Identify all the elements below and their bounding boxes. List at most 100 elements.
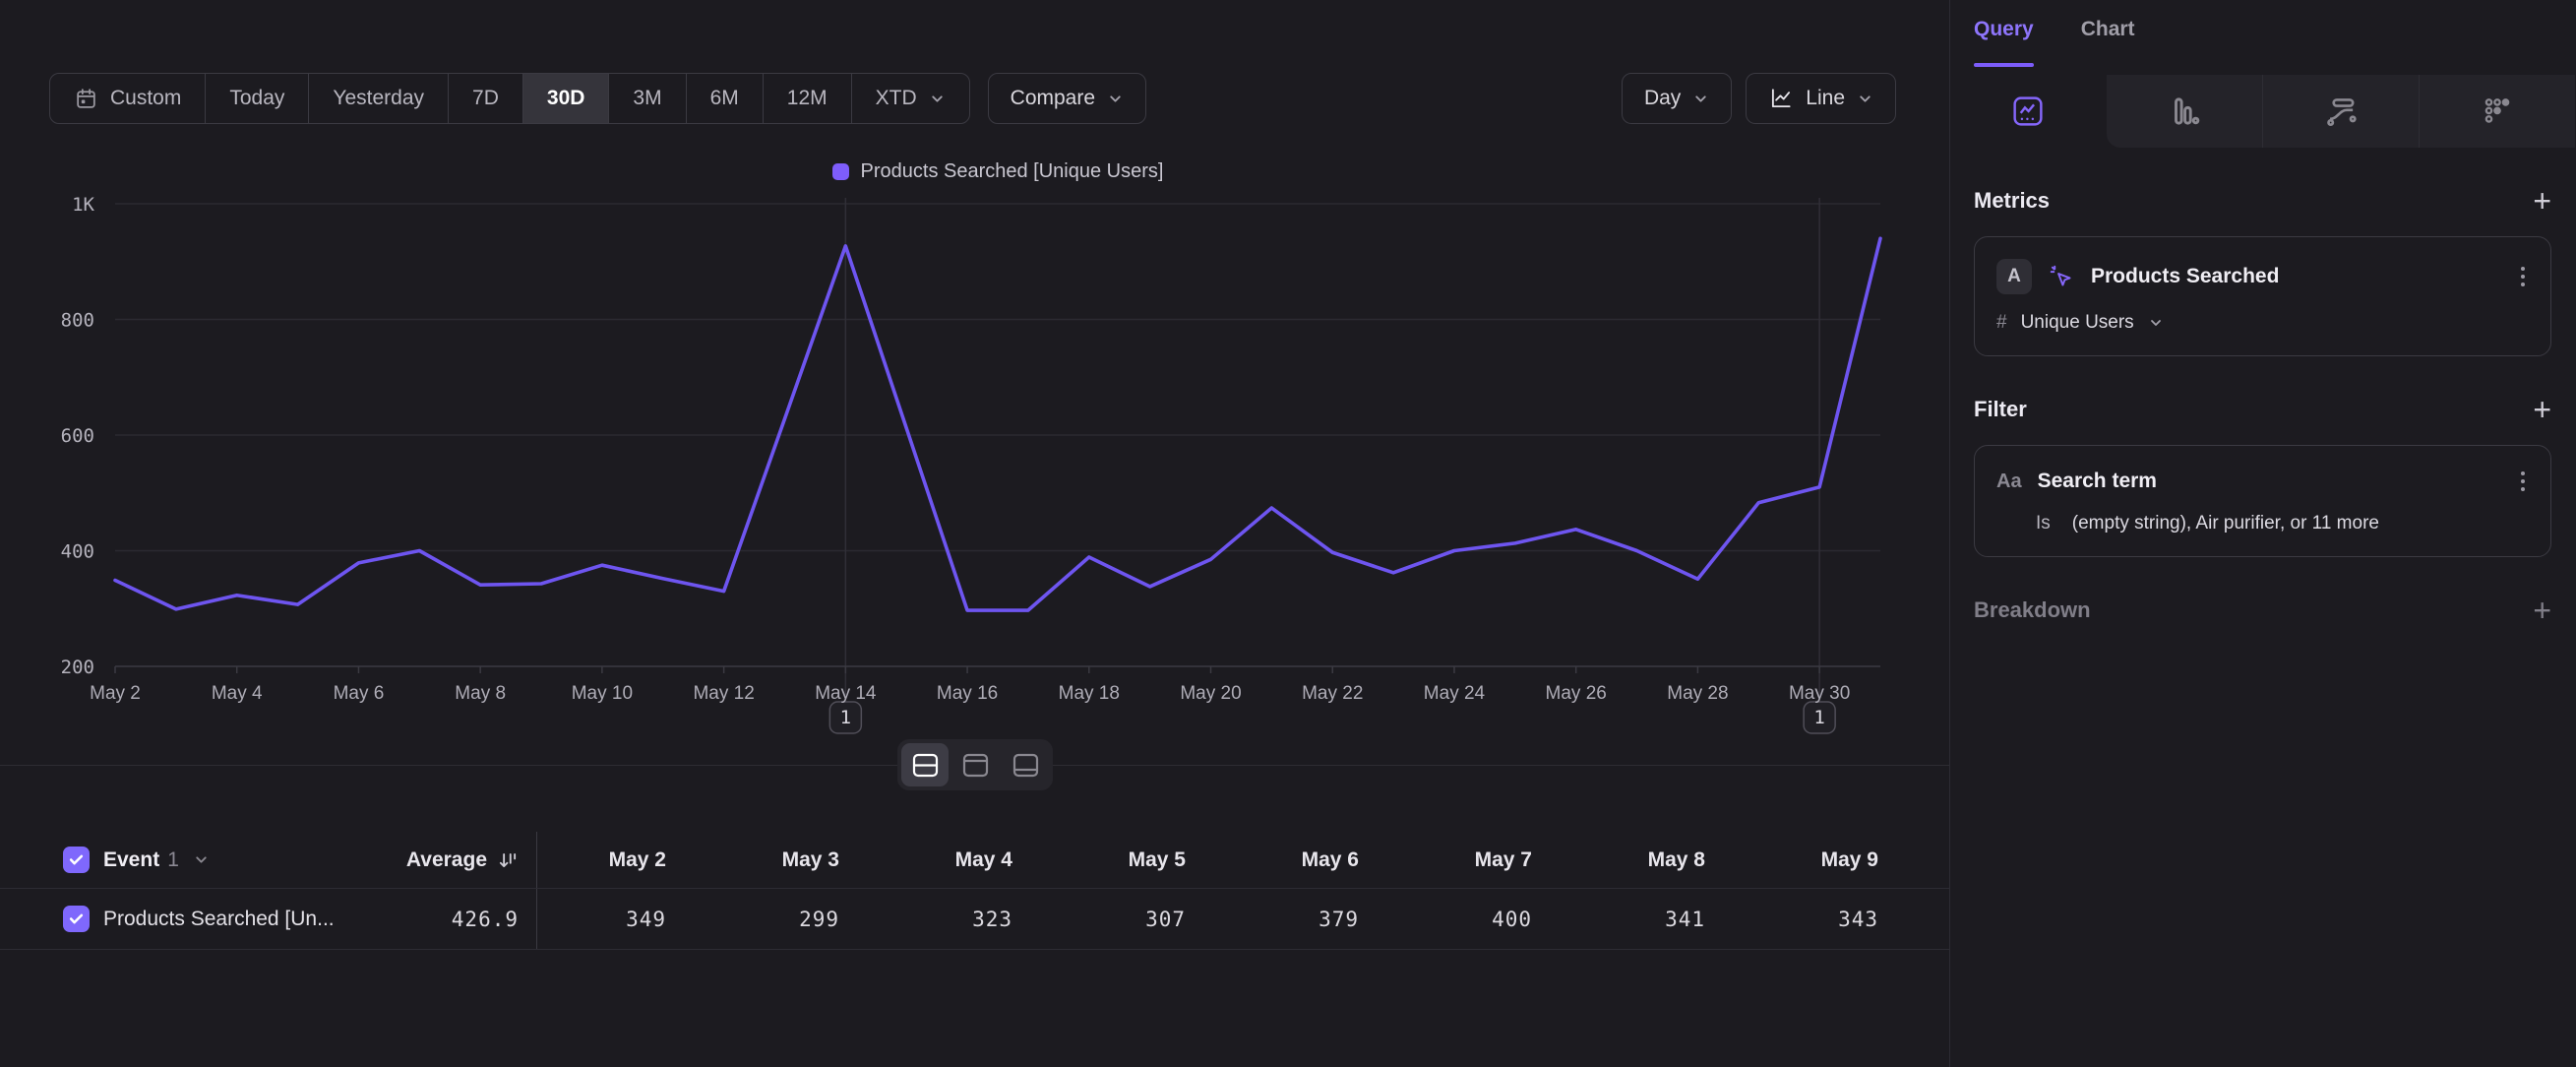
text-type-icon: Aa (1996, 471, 2022, 493)
compare-button[interactable]: Compare (988, 73, 1146, 124)
cell-value: 343 (1705, 889, 1878, 949)
filter-condition-row[interactable]: Is (empty string), Air purifier, or 11 m… (1996, 513, 2529, 534)
row-checkbox[interactable] (63, 906, 90, 932)
report-type-tabs (1950, 75, 2575, 148)
event-count: 1 (167, 848, 179, 872)
view-tab-retention[interactable] (2419, 75, 2575, 148)
filter-value: (empty string), Air purifier, or 11 more (2072, 513, 2379, 534)
metric-card[interactable]: A Products Searched # Unique Users (1974, 236, 2551, 356)
add-metric-button[interactable]: + (2533, 185, 2551, 217)
chart-type-button[interactable]: Line (1746, 73, 1896, 124)
panel-tabs: Query Chart (1950, 0, 2575, 75)
select-all-checkbox[interactable] (63, 847, 90, 873)
y-axis-tick-label: 600 (61, 425, 94, 447)
x-axis-tick-label: May 4 (212, 683, 263, 704)
range-today[interactable]: Today (205, 74, 308, 123)
chart-type-label: Line (1806, 87, 1845, 110)
range-yesterday[interactable]: Yesterday (308, 74, 448, 123)
y-axis-tick-label: 1K (72, 194, 94, 216)
table-only-icon (1012, 753, 1039, 778)
x-axis-tick-label: May 22 (1302, 683, 1363, 704)
tab-query-label: Query (1974, 18, 2034, 40)
toolbar: Custom Today Yesterday 7D 30D 3M 6M 12M XTD Comp… (49, 73, 1896, 124)
metric-letter-badge: A (1996, 259, 2032, 294)
range-xtd[interactable]: XTD (851, 74, 969, 123)
range-label: Custom (110, 87, 181, 110)
range-label: 12M (787, 87, 828, 110)
sort-desc-icon[interactable] (497, 849, 519, 871)
table-header-row: Event 1 Average May 2May 3May 4May 5May … (0, 832, 1949, 889)
view-tab-flows[interactable] (2262, 75, 2419, 148)
active-tab-underline (1974, 63, 2034, 67)
line-chart-icon (1768, 86, 1794, 111)
view-tab-insights[interactable] (1950, 75, 2107, 148)
range-custom[interactable]: Custom (50, 74, 205, 123)
x-axis-tick-label: May 24 (1424, 683, 1486, 704)
range-label: 6M (710, 87, 739, 110)
layout-table-only-button[interactable] (1002, 743, 1049, 786)
view-tab-funnels[interactable] (2107, 75, 2262, 148)
range-label: XTD (876, 87, 917, 110)
range-label: 30D (547, 87, 585, 110)
date-range-group: Custom Today Yesterday 7D 30D 3M 6M 12M XTD (49, 73, 970, 124)
analytics-app: Custom Today Yesterday 7D 30D 3M 6M 12M XTD Comp… (0, 0, 2576, 1067)
chevron-down-icon (2148, 315, 2164, 331)
check-icon (69, 912, 84, 925)
add-breakdown-button[interactable]: + (2533, 595, 2551, 626)
x-axis-tick-label: May 28 (1667, 683, 1728, 704)
range-12m[interactable]: 12M (763, 74, 851, 123)
column-header-may-7: May 7 (1359, 832, 1532, 888)
layout-chart-only-button[interactable] (951, 743, 999, 786)
retention-tab-icon (2481, 94, 2514, 128)
tab-chart-label: Chart (2081, 18, 2135, 40)
chevron-down-icon (1857, 91, 1873, 107)
y-axis-tick-label: 800 (61, 310, 94, 332)
row-label: Products Searched [Un... (103, 908, 335, 931)
cell-value: 400 (1359, 889, 1532, 949)
cell-value: 349 (537, 889, 666, 949)
range-label: Today (229, 87, 284, 110)
filter-card[interactable]: Aa Search term Is (empty string), Air pu… (1974, 445, 2551, 557)
add-filter-button[interactable]: + (2533, 394, 2551, 425)
column-header-may-4: May 4 (839, 832, 1012, 888)
x-axis-tick-label: May 8 (455, 683, 506, 704)
tab-chart[interactable]: Chart (2081, 18, 2135, 75)
x-axis-tick-label: May 12 (693, 683, 754, 704)
range-label: Yesterday (333, 87, 424, 110)
granularity-label: Day (1644, 87, 1681, 110)
line-chart[interactable]: 1K80060040020011May 2May 4May 6May 8May … (0, 128, 1949, 763)
range-label: 7D (472, 87, 499, 110)
granularity-button[interactable]: Day (1622, 73, 1732, 124)
breakdown-section-header: Breakdown + (1974, 595, 2551, 626)
metrics-section-header: Metrics + (1974, 185, 2551, 217)
metric-more-options-button[interactable] (2517, 263, 2529, 290)
range-30d[interactable]: 30D (522, 74, 609, 123)
chevron-down-icon (1107, 91, 1124, 107)
column-header-may-9: May 9 (1705, 832, 1878, 888)
filter-operator: Is (2036, 513, 2051, 534)
series-line[interactable] (115, 238, 1880, 610)
layout-split-button[interactable] (901, 743, 949, 786)
metric-aggregation-row[interactable]: # Unique Users (1996, 312, 2529, 334)
range-3m[interactable]: 3M (608, 74, 685, 123)
range-7d[interactable]: 7D (448, 74, 522, 123)
x-axis-tick-label: May 26 (1546, 683, 1607, 704)
filter-more-options-button[interactable] (2517, 468, 2529, 495)
panel-body: Metrics + A Products Searched # Unique U… (1950, 185, 2575, 626)
x-axis-tick-label: May 2 (90, 683, 141, 704)
query-panel: Query Chart (1949, 0, 2575, 1067)
calendar-icon (74, 87, 98, 111)
y-axis-tick-label: 200 (61, 657, 94, 678)
x-axis-tick-label: May 30 (1789, 683, 1850, 704)
x-axis-tick-label: May 18 (1059, 683, 1120, 704)
funnels-tab-icon (2168, 94, 2201, 128)
range-6m[interactable]: 6M (686, 74, 763, 123)
average-header-label: Average (406, 848, 487, 872)
cell-value: 379 (1186, 889, 1359, 949)
y-axis-tick-label: 400 (61, 541, 94, 563)
flows-tab-icon (2324, 94, 2358, 128)
column-header-may-3: May 3 (666, 832, 839, 888)
chevron-down-icon[interactable] (193, 851, 210, 868)
column-header-may-8: May 8 (1532, 832, 1705, 888)
tab-query[interactable]: Query (1974, 18, 2034, 75)
